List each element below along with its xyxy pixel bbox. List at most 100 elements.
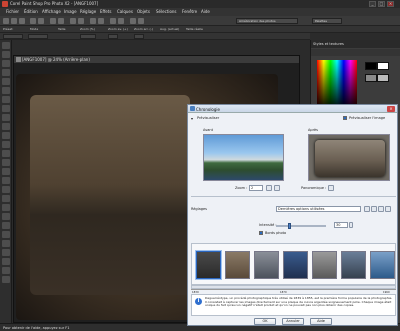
maximize-icon[interactable]: □ [378, 1, 385, 7]
minimize-icon[interactable]: _ [369, 1, 376, 7]
perspective-icon[interactable] [2, 132, 10, 139]
straighten-icon[interactable] [2, 123, 10, 130]
flood-fill-icon[interactable] [2, 222, 10, 229]
effects-icon[interactable] [118, 18, 124, 24]
dropper-icon[interactable] [2, 105, 10, 112]
text-tool-icon[interactable] [2, 240, 10, 247]
era-thumbnail[interactable] [370, 251, 395, 279]
print-icon[interactable] [30, 18, 36, 24]
load-preset-icon[interactable] [378, 206, 384, 212]
pick-tool-icon[interactable] [2, 60, 10, 67]
intensity-spinner[interactable] [349, 222, 353, 228]
era-thumbnail[interactable] [196, 251, 221, 279]
menu-item-layers[interactable]: Calques [117, 9, 133, 14]
menu-item-help[interactable]: Aide [201, 9, 210, 14]
menu-item-edit[interactable]: Édition [24, 9, 38, 14]
scan-icon[interactable] [38, 18, 44, 24]
menu-item-file[interactable]: Fichier [6, 9, 19, 14]
foreground-texture-swatch[interactable] [365, 74, 377, 82]
magic-wand-icon[interactable] [2, 96, 10, 103]
move-tool-icon[interactable] [2, 69, 10, 76]
palettes-dropdown[interactable]: Palettes [312, 18, 342, 24]
era-thumbnail[interactable] [283, 251, 308, 279]
crop-icon[interactable] [70, 18, 76, 24]
after-preview[interactable] [308, 134, 390, 181]
warp-brush-icon[interactable] [2, 267, 10, 274]
color-spectrum[interactable] [317, 60, 357, 105]
era-thumbnail[interactable] [225, 251, 250, 279]
help-button[interactable]: Aide [310, 318, 332, 325]
mesh-warp-icon[interactable] [2, 276, 10, 283]
settings-dropdown[interactable]: Dernières options utilisées [276, 206, 361, 212]
zoom-in-label[interactable]: Zoom av. (+) [108, 27, 128, 31]
cancel-button[interactable]: Annuler [282, 318, 304, 325]
selection-tool-icon[interactable] [2, 78, 10, 85]
preset-selector[interactable] [3, 34, 23, 39]
pen-tool-icon[interactable] [2, 258, 10, 265]
redo-icon[interactable] [58, 18, 64, 24]
zoom-tool-icon[interactable] [2, 51, 10, 58]
grid-icon[interactable] [98, 18, 104, 24]
mode-selector[interactable] [28, 34, 48, 39]
menu-item-view[interactable]: Affichage [42, 9, 61, 14]
eraser-icon[interactable] [2, 213, 10, 220]
collapse-arrow-icon[interactable]: ▾ [191, 116, 193, 121]
layers-icon[interactable] [110, 18, 116, 24]
adjust-icon[interactable] [130, 18, 136, 24]
photo-enhance-dropdown[interactable]: Amélioration des photos [236, 18, 298, 24]
background-texture-swatch[interactable] [377, 74, 389, 82]
paint-brush-icon[interactable] [2, 177, 10, 184]
menu-item-objects[interactable]: Objets [137, 9, 150, 14]
save-preset-icon[interactable] [364, 206, 370, 212]
airbrush-icon[interactable] [2, 186, 10, 193]
save-icon[interactable] [19, 18, 25, 24]
intensity-slider[interactable] [276, 225, 326, 227]
undo-icon[interactable] [50, 18, 56, 24]
menu-item-window[interactable]: Fenêtre [182, 9, 197, 14]
pan-tool-icon[interactable] [2, 42, 10, 49]
options-icon[interactable] [385, 206, 391, 212]
preview-toggle[interactable]: Prévisualiser [197, 116, 219, 120]
red-eye-icon[interactable] [2, 141, 10, 148]
era-thumbnail[interactable] [254, 251, 279, 279]
actual-size-label[interactable]: Taille réelle [186, 27, 203, 31]
picture-tube-icon[interactable] [2, 231, 10, 238]
crop-tool-icon[interactable] [2, 114, 10, 121]
preview-image-checkbox[interactable] [343, 116, 347, 120]
zoom-out-icon[interactable] [274, 185, 280, 191]
new-file-icon[interactable] [3, 18, 9, 24]
zoom-out-button[interactable] [134, 34, 144, 39]
scratch-remover-icon[interactable] [2, 168, 10, 175]
freehand-selection-icon[interactable] [2, 87, 10, 94]
histogram-icon[interactable] [138, 18, 144, 24]
current-zoom-label[interactable]: Aug. (actuel) [160, 27, 179, 31]
era-thumbnail[interactable] [341, 251, 366, 279]
menu-item-effects[interactable]: Effets [100, 9, 111, 14]
close-icon[interactable]: × [387, 1, 394, 7]
zoom-icon[interactable] [90, 18, 96, 24]
menu-item-image[interactable]: Image [64, 9, 77, 14]
makeover-icon[interactable] [2, 150, 10, 157]
intensity-input[interactable]: 30 [334, 222, 348, 228]
smudge-icon[interactable] [2, 204, 10, 211]
menu-item-adjust[interactable]: Réglage [80, 9, 96, 14]
era-thumbnail[interactable] [312, 251, 337, 279]
ok-button[interactable]: OK [254, 318, 276, 325]
pan-icon[interactable] [328, 185, 334, 191]
clone-brush-icon[interactable] [2, 159, 10, 166]
reset-icon[interactable] [371, 206, 377, 212]
menu-item-selections[interactable]: Sélections [156, 9, 177, 14]
intensity-slider-thumb[interactable] [288, 223, 291, 229]
dodge-icon[interactable] [2, 195, 10, 202]
preset-shape-icon[interactable] [2, 249, 10, 256]
zoom-field[interactable] [80, 34, 96, 39]
dialog-close-icon[interactable]: × [387, 106, 395, 112]
zoom-in-icon[interactable] [266, 185, 272, 191]
zoom-input[interactable]: 2 [249, 185, 263, 191]
before-preview[interactable] [203, 134, 284, 181]
background-swatch[interactable] [377, 62, 389, 70]
foreground-swatch[interactable] [365, 62, 377, 70]
resize-icon[interactable] [78, 18, 84, 24]
zoom-in-button[interactable] [108, 34, 118, 39]
zoom-out-label[interactable]: Zoom arr. (-) [134, 27, 153, 31]
